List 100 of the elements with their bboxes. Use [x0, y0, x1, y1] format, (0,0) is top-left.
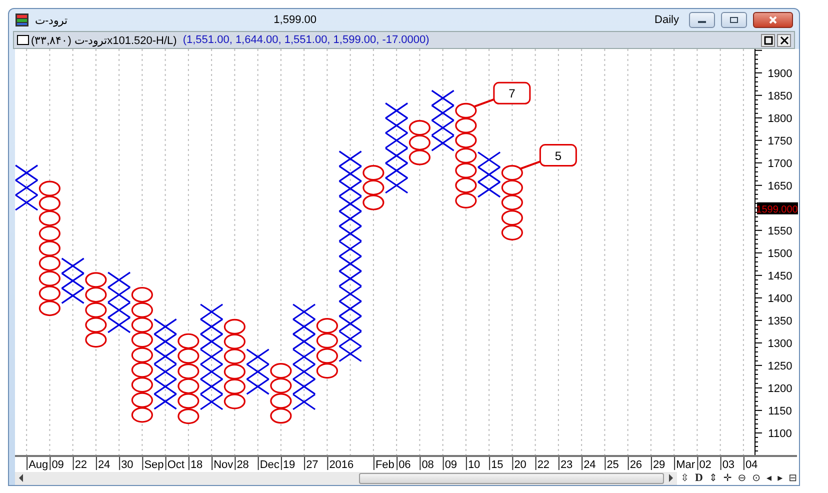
toolbar-button[interactable]: ▸ — [776, 471, 785, 485]
x-mark — [477, 166, 501, 183]
x-mark — [384, 177, 408, 194]
last-price: 1,599.00 — [274, 14, 318, 26]
o-mark — [316, 363, 338, 379]
x-mark — [246, 348, 270, 366]
x-mark — [107, 272, 131, 288]
price-tick-label: 1850 — [768, 90, 792, 102]
x-mark — [338, 225, 362, 242]
ohlc-values: (1,551.00, 1,644.00, 1,551.00, 1,599.00, -17.0000) — [182, 34, 430, 46]
window-title: ترود-ت — [35, 14, 68, 26]
close-icon — [768, 16, 778, 24]
toolbar-button[interactable]: ◂ — [764, 471, 774, 485]
scroll-right-icon[interactable] — [668, 474, 674, 482]
date-label: 24 — [584, 459, 596, 471]
scroll-thumb[interactable] — [358, 472, 664, 484]
date-label: 19 — [282, 459, 296, 471]
x-mark — [292, 394, 316, 410]
period-label: Daily — [654, 14, 679, 26]
callout: 7 — [474, 82, 531, 108]
x-mark — [338, 150, 362, 168]
o-mark — [38, 300, 60, 316]
date-label: 2016 — [329, 459, 354, 471]
price-tick-label: 1500 — [768, 248, 792, 260]
x-mark — [338, 286, 362, 302]
x-mark — [154, 318, 178, 336]
date-label: Dec — [260, 459, 280, 471]
date-label: 06 — [398, 459, 411, 471]
date-label: 30 — [121, 459, 134, 471]
x-mark — [200, 333, 224, 350]
x-mark — [338, 196, 362, 212]
price-tick-label: 1800 — [768, 112, 792, 125]
scroll-left-icon[interactable] — [18, 474, 24, 482]
x-mark — [292, 363, 316, 380]
toolbar-button[interactable]: ⇳ — [678, 471, 692, 485]
toolbar-button[interactable]: ✛ — [721, 471, 734, 485]
x-mark — [107, 286, 131, 304]
date-label: 23 — [560, 459, 573, 471]
price-tick-label: 1450 — [768, 270, 792, 282]
minimize-button[interactable] — [689, 12, 715, 28]
x-mark — [292, 348, 316, 366]
toolbar-button[interactable]: ⇕ — [706, 471, 720, 485]
restore-button[interactable] — [761, 34, 775, 46]
date-label: 04 — [745, 459, 758, 471]
o-mark — [270, 408, 292, 424]
o-mark — [224, 318, 246, 335]
close-button[interactable] — [753, 12, 793, 28]
x-mark — [15, 194, 38, 211]
x-mark — [292, 378, 316, 395]
toolbar-button[interactable]: ⊖ — [736, 471, 748, 485]
current-price-tag: 1599.000 — [756, 202, 798, 216]
x-mark — [338, 255, 362, 272]
toolbar-button[interactable]: ⊙ — [750, 471, 763, 485]
x-mark — [384, 147, 408, 164]
maximize-icon — [729, 16, 739, 24]
o-mark — [85, 332, 107, 348]
x-mark — [61, 272, 85, 290]
x-mark — [200, 348, 224, 366]
annotation: 7 — [508, 86, 516, 101]
app-icon — [15, 13, 29, 27]
date-label: 09 — [52, 459, 64, 471]
horizontal-scrollbar[interactable] — [15, 472, 677, 484]
x-mark — [338, 180, 362, 197]
panel-close-button[interactable] — [777, 34, 791, 46]
x-mark — [338, 165, 362, 182]
x-mark — [292, 333, 316, 350]
date-label: Oct — [167, 459, 184, 471]
date-label: 08 — [422, 459, 434, 471]
x-mark — [107, 302, 131, 318]
toolbar-button[interactable]: ⊟ — [786, 471, 799, 485]
x-mark — [338, 330, 362, 348]
x-mark — [200, 318, 224, 336]
date-label: Aug — [28, 459, 48, 471]
x-mark — [338, 240, 362, 258]
symbol-label: ترود-ت (۳۳,۸۴۰)x101.520-H/L) — [31, 34, 177, 46]
date-label: 27 — [306, 459, 318, 471]
x-mark — [338, 345, 362, 362]
x-mark — [338, 315, 362, 332]
toolbar-button[interactable]: D — [693, 471, 705, 485]
maximize-button[interactable] — [721, 12, 747, 28]
date-label: 20 — [514, 459, 526, 471]
close-icon — [780, 36, 788, 44]
x-mark — [338, 210, 362, 227]
date-label: 25 — [606, 459, 619, 471]
x-mark — [154, 363, 178, 380]
price-tick-label: 1300 — [768, 338, 792, 350]
date-label: 03 — [722, 459, 735, 471]
x-mark — [200, 363, 224, 380]
x-mark — [61, 287, 85, 304]
price-tick-label: 1150 — [768, 405, 792, 418]
x-mark — [431, 90, 455, 106]
x-mark — [200, 378, 224, 395]
price-tick-label: 1650 — [768, 180, 792, 192]
x-mark — [477, 181, 501, 198]
x-mark — [431, 134, 455, 152]
x-mark — [292, 318, 316, 336]
x-mark — [338, 300, 362, 318]
date-label: 22 — [537, 459, 550, 471]
callout: 5 — [520, 144, 577, 170]
x-mark — [154, 348, 178, 365]
